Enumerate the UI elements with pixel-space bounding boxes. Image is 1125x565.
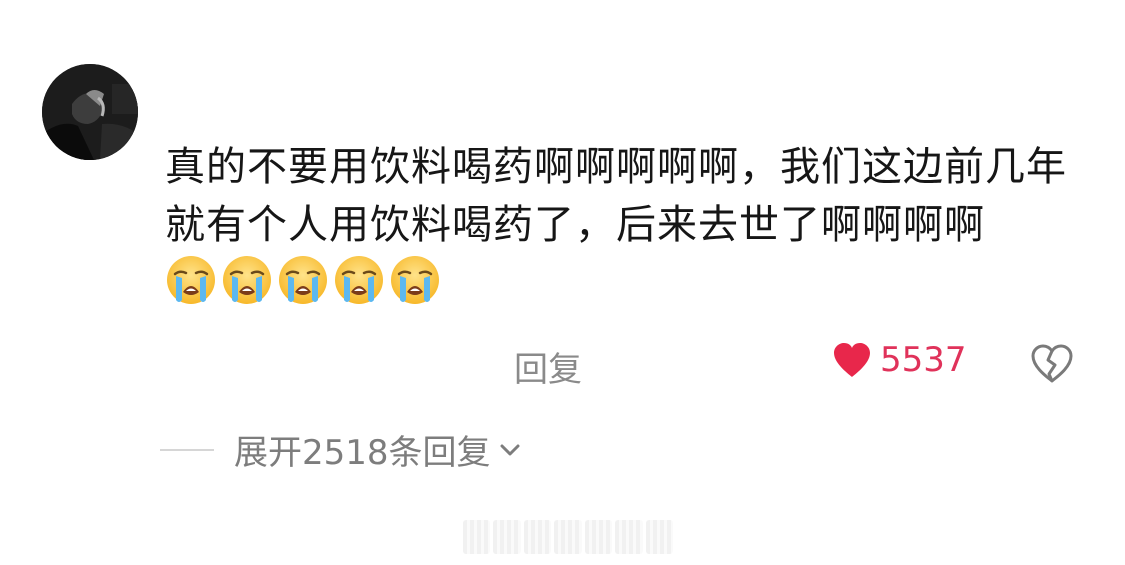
dislike-button[interactable] [1030, 344, 1074, 388]
like-button[interactable]: 5537 [832, 340, 967, 380]
loudly-crying-face-emoji [335, 256, 383, 304]
expand-replies-button[interactable]: 展开2518条回复 [234, 425, 525, 474]
broken-heart-icon [1031, 344, 1073, 383]
loudly-crying-face-emoji [223, 256, 271, 304]
like-count: 5537 [880, 340, 967, 380]
loudly-crying-face-emoji [279, 256, 327, 304]
loudly-crying-face-emoji [391, 256, 439, 304]
comment-screen: 真的不要用饮料喝药啊啊啊啊啊，我们这边前几年就有个人用饮料喝药了，后来去世了啊啊… [0, 0, 1125, 565]
avatar[interactable] [42, 64, 138, 160]
watermark [463, 520, 673, 554]
expand-replies-label: 展开2518条回复 [234, 433, 491, 473]
avatar-photo [42, 64, 138, 160]
divider-line [160, 448, 214, 451]
replies-expander: 展开2518条回复 [160, 425, 525, 474]
comment-body: 真的不要用饮料喝药啊啊啊啊啊，我们这边前几年就有个人用饮料喝药了，后来去世了啊啊… [165, 138, 1075, 313]
comment-text: 真的不要用饮料喝药啊啊啊啊啊，我们这边前几年就有个人用饮料喝药了，后来去世了啊啊… [165, 144, 1067, 248]
loudly-crying-face-emoji [167, 256, 215, 304]
heart-icon [834, 343, 870, 377]
chevron-down-icon [500, 444, 520, 455]
reply-button[interactable]: 回复 [514, 342, 582, 391]
emoji-row [165, 254, 441, 306]
